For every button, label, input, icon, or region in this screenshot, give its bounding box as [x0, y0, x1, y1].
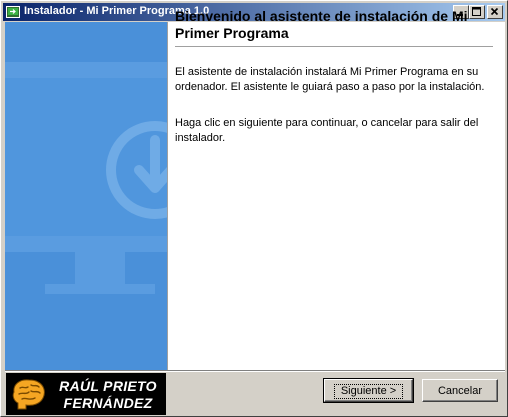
panel-divider: [167, 22, 168, 370]
footer-divider: [5, 370, 505, 372]
installer-window: Instalador - Mi Primer Programa 1.0 Bien…: [0, 0, 508, 417]
installer-app-icon: [6, 5, 20, 19]
wizard-title: Bienvenido al asistente de instalación d…: [175, 8, 468, 41]
brain-logo-icon: [12, 379, 45, 410]
next-button[interactable]: Siguiente >: [323, 378, 414, 403]
title-divider: [175, 46, 493, 47]
next-button-label: Siguiente >: [333, 383, 404, 399]
wizard-side-panel: [5, 22, 167, 370]
intro-paragraph: El asistente de instalación instalará Mi…: [175, 66, 485, 93]
monitor-download-icon: [5, 22, 167, 370]
brand-line-1: RAÚL PRIETO: [59, 378, 157, 394]
brand-line-2: FERNÁNDEZ: [63, 395, 153, 411]
brand-banner: RAÚL PRIETO FERNÁNDEZ: [6, 373, 166, 415]
instruction-paragraph: Haga clic en siguiente para continuar, o…: [175, 117, 479, 144]
cancel-button[interactable]: Cancelar: [422, 379, 498, 402]
